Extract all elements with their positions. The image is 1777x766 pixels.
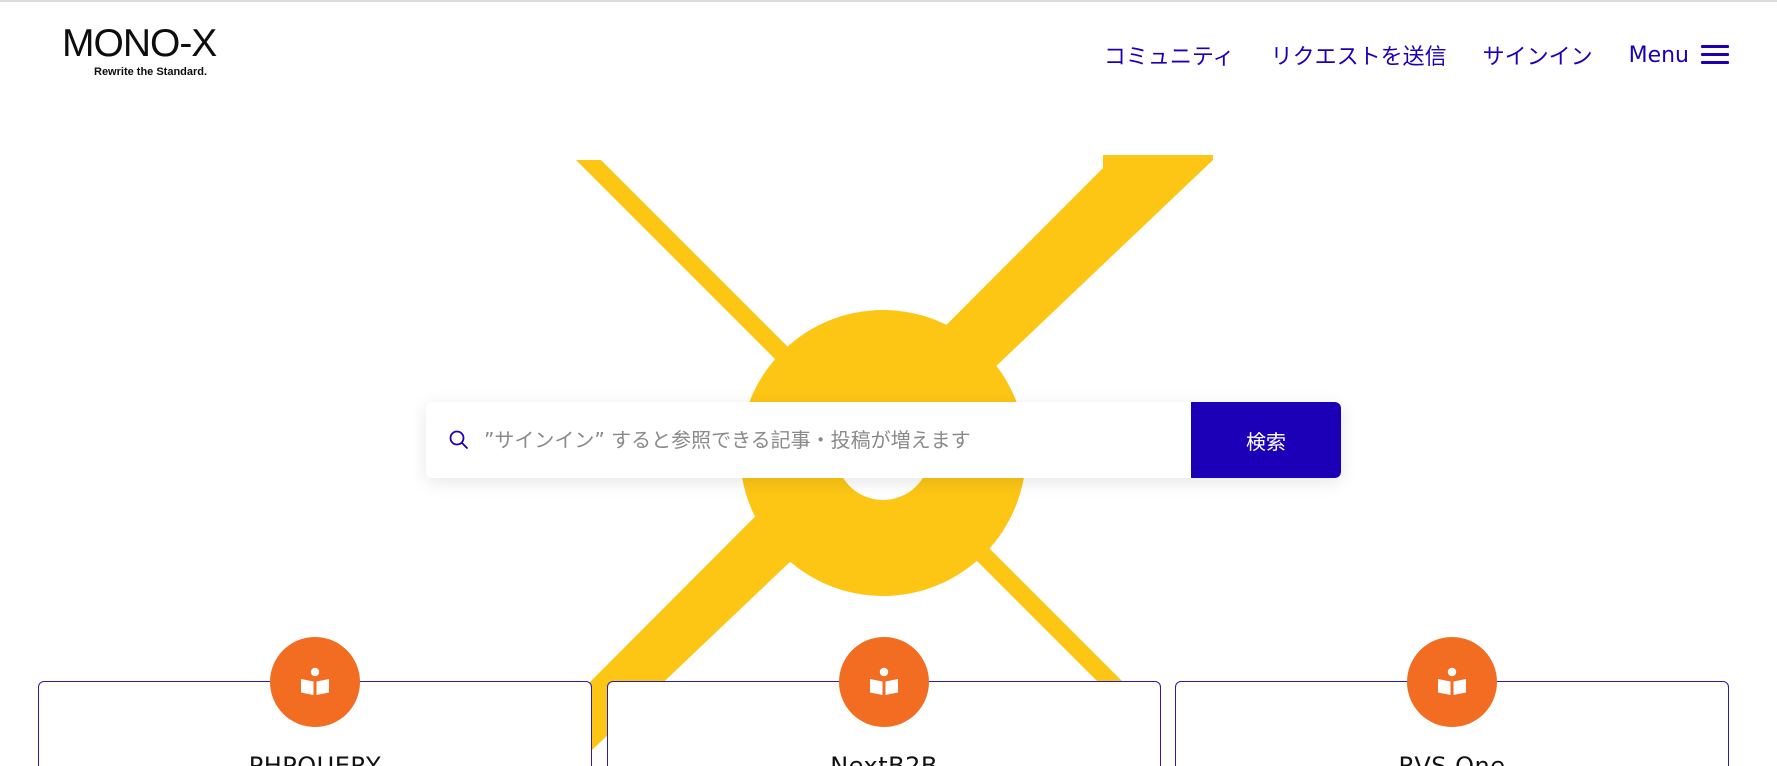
- nav-link-community[interactable]: コミュニティ: [1104, 39, 1235, 71]
- menu-button[interactable]: Menu: [1629, 43, 1729, 68]
- open-book-person-icon: [1407, 637, 1497, 727]
- search-icon: [449, 430, 468, 449]
- card-title: PHPQUERY: [248, 752, 382, 766]
- logo-wordmark: MONO-X: [62, 22, 217, 65]
- page: MONO-X Rewrite the Standard. コミュニティ リクエス…: [0, 0, 1777, 766]
- logo-tagline: Rewrite the Standard.: [94, 66, 208, 78]
- card-title: RVS One: [1398, 752, 1506, 766]
- brand-logo[interactable]: MONO-X Rewrite the Standard.: [62, 24, 238, 80]
- card-title: NextB2B: [830, 752, 938, 766]
- search-button[interactable]: 検索: [1191, 402, 1341, 478]
- header-nav: コミュニティ リクエストを送信 サインイン Menu: [1068, 36, 1729, 74]
- search-input[interactable]: [470, 402, 1191, 478]
- nav-link-sign-in[interactable]: サインイン: [1483, 39, 1593, 71]
- menu-label: Menu: [1628, 42, 1689, 68]
- open-book-person-icon: [270, 637, 360, 727]
- open-book-person-icon: [839, 637, 929, 727]
- search-bar: 検索: [426, 402, 1341, 478]
- hamburger-icon: [1701, 45, 1729, 65]
- nav-link-send-request[interactable]: リクエストを送信: [1271, 39, 1447, 71]
